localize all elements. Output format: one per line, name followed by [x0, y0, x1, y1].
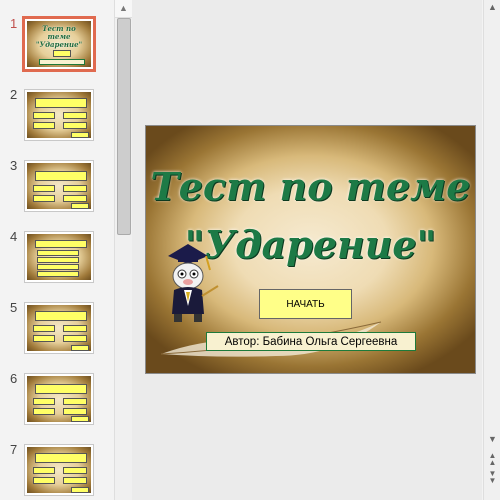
double-arrow-down-icon[interactable]: ▼ ▼	[484, 470, 500, 485]
slide-canvas[interactable]: Тест по теме "Ударение" НАЧАТЬ Автор: Ба…	[145, 125, 476, 374]
double-arrow-up-icon[interactable]: ▲ ▲	[484, 452, 500, 467]
slide-thumbnail-6[interactable]	[24, 373, 94, 425]
slide-number: 2	[10, 87, 18, 102]
slide-title-line-1: Тест по теме	[150, 164, 471, 209]
slide-number: 7	[10, 442, 18, 457]
slide-number: 6	[10, 371, 18, 386]
start-button[interactable]: НАЧАТЬ	[259, 289, 352, 319]
editor-scrollbar[interactable]: ▲ ▼ ▲ ▲ ▼ ▼	[483, 0, 500, 500]
slide-number: 3	[10, 158, 18, 173]
slide-thumbnail-3[interactable]	[24, 160, 94, 212]
thumbnail-row-2: 2	[0, 87, 115, 147]
slide-thumbnail-7[interactable]	[24, 444, 94, 496]
thumbnail-row-5: 5	[0, 300, 115, 360]
thumbnail-title: Тест по теме "Ударение"	[35, 24, 83, 49]
thumbnail-row-6: 6	[0, 371, 115, 431]
slide-number: 1	[10, 16, 18, 31]
slide-thumbnail-pane: 1 Тест по теме "Ударение" 2 3 4 5 6 7	[0, 0, 115, 500]
arrow-down-icon[interactable]: ▼	[484, 432, 500, 446]
scroll-thumb[interactable]	[117, 18, 131, 235]
slide-thumbnail-5[interactable]	[24, 302, 94, 354]
thumbnail-row-3: 3	[0, 158, 115, 218]
thumbnail-row-1: 1 Тест по теме "Ударение"	[0, 16, 115, 76]
slide-thumbnail-4[interactable]	[24, 231, 94, 283]
thumbnail-row-4: 4	[0, 229, 115, 289]
slide-thumbnail-1[interactable]: Тест по теме "Ударение"	[22, 16, 96, 72]
slide-number: 5	[10, 300, 18, 315]
thumbnail-row-7: 7	[0, 442, 115, 500]
arrow-up-icon[interactable]: ▲	[484, 0, 500, 14]
thumbnail-scrollbar[interactable]: ▲	[114, 0, 133, 500]
slide-thumbnail-2[interactable]	[24, 89, 94, 141]
author-label: Автор: Бабина Ольга Сергеевна	[206, 332, 416, 351]
arrow-up-icon[interactable]: ▲	[115, 0, 132, 18]
slide-number: 4	[10, 229, 18, 244]
